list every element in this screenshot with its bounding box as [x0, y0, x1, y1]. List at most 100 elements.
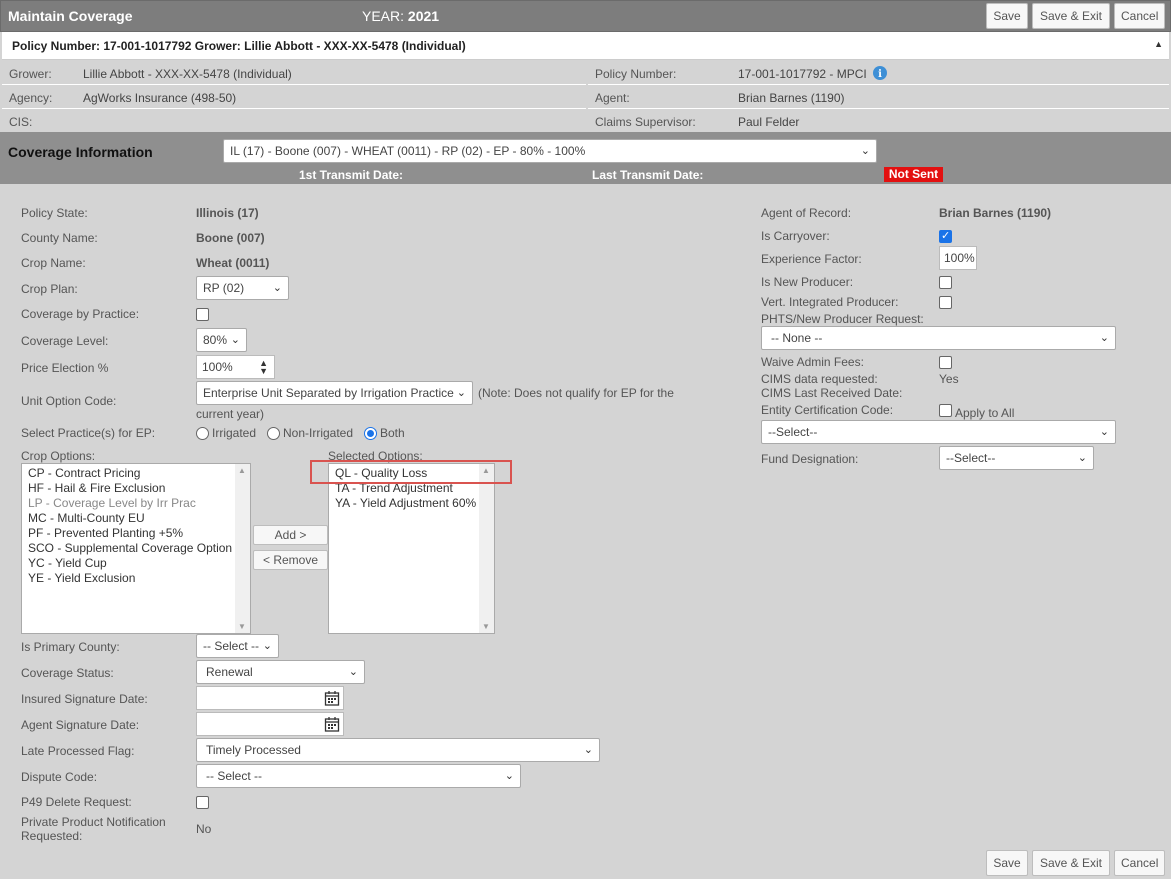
radio-non-irrigated[interactable] — [267, 427, 280, 440]
chevron-down-icon: ⌄ — [1099, 332, 1109, 344]
last-transmit-label: Last Transmit Date: — [592, 168, 704, 182]
late-flag-value: Timely Processed — [206, 743, 301, 757]
chevron-down-icon: ⌄ — [583, 744, 593, 756]
unit-option-select[interactable]: Enterprise Unit Separated by Irrigation … — [196, 381, 473, 405]
carryover-checkbox[interactable] — [939, 229, 952, 243]
crop-plan-label: Crop Plan: — [21, 282, 78, 296]
apply-all-label: Apply to All — [955, 406, 1015, 420]
agent-signature-input[interactable] — [196, 712, 344, 736]
calendar-icon[interactable] — [324, 690, 340, 706]
save-exit-button[interactable]: Save & Exit — [1032, 3, 1110, 29]
phts-label: PHTS/New Producer Request: — [761, 312, 924, 326]
radio-irrigated[interactable] — [196, 427, 209, 440]
coverage-status-label: Coverage Status: — [21, 666, 114, 680]
page-title: Maintain Coverage — [8, 8, 133, 24]
phts-select[interactable]: -- None -- ⌄ — [761, 326, 1116, 350]
crop-options-list[interactable]: CP - Contract Pricing HF - Hail & Fire E… — [21, 463, 251, 634]
experience-label: Experience Factor: — [761, 252, 862, 266]
radio-both[interactable] — [364, 427, 377, 440]
agent-label: Agent: — [595, 91, 630, 105]
coverage-practice-checkbox[interactable] — [196, 308, 209, 321]
phts-value: -- None -- — [771, 331, 823, 345]
crop-option-item[interactable]: HF - Hail & Fire Exclusion — [22, 481, 250, 496]
practice-label: Select Practice(s) for EP: — [21, 426, 156, 440]
policy-number-value: 17-001-1017792 - MPCI — [738, 67, 867, 81]
experience-input[interactable]: 100% — [939, 246, 977, 270]
cancel-button[interactable]: Cancel — [1114, 3, 1165, 29]
selected-options-scrollbar[interactable]: ▲ ▼ — [479, 464, 494, 633]
cancel-button-bottom[interactable]: Cancel — [1114, 850, 1165, 876]
carryover-label: Is Carryover: — [761, 229, 830, 243]
late-flag-label: Late Processed Flag: — [21, 744, 135, 758]
selected-option-item[interactable]: YA - Yield Adjustment 60% — [329, 496, 494, 511]
crop-plan-select[interactable]: RP (02) ⌄ — [196, 276, 289, 300]
county-value: Boone (007) — [196, 231, 265, 245]
crop-option-item[interactable]: PF - Prevented Planting +5% — [22, 526, 250, 541]
vert-integrated-checkbox[interactable] — [939, 296, 952, 309]
collapse-icon[interactable]: ▲ — [1154, 39, 1163, 49]
dispute-code-value: -- Select -- — [206, 769, 263, 783]
add-button[interactable]: Add > — [253, 525, 328, 545]
agent-record-label: Agent of Record: — [761, 206, 852, 220]
chevron-down-icon: ⌄ — [272, 282, 282, 294]
policy-header[interactable]: Policy Number: 17-001-1017792 Grower: Li… — [2, 32, 1169, 60]
claims-row: Claims Supervisor: Paul Felder — [588, 109, 1169, 133]
grower-label: Grower: — [9, 67, 52, 81]
coverage-selector[interactable]: IL (17) - Boone (007) - WHEAT (0011) - R… — [223, 139, 877, 163]
dispute-code-select[interactable]: -- Select -- ⌄ — [196, 764, 521, 788]
info-icon[interactable]: i — [873, 66, 887, 80]
new-producer-checkbox[interactable] — [939, 276, 952, 289]
save-button[interactable]: Save — [986, 3, 1028, 29]
crop-option-item[interactable]: LP - Coverage Level by Irr Prac — [22, 496, 250, 511]
agency-label: Agency: — [9, 91, 53, 105]
grower-row: Grower: Lillie Abbott - XXX-XX-5478 (Ind… — [2, 61, 586, 85]
price-election-input[interactable]: 100% ▲ ▼ — [196, 355, 275, 379]
crop-value: Wheat (0011) — [196, 256, 270, 270]
unit-option-value: Enterprise Unit Separated by Irrigation … — [203, 386, 454, 400]
radio-both-label: Both — [380, 426, 405, 440]
cims-label: CIMS data requested: — [761, 372, 878, 386]
coverage-level-select[interactable]: 80% ⌄ — [196, 328, 247, 352]
coverage-status-select[interactable]: Renewal ⌄ — [196, 660, 365, 684]
insured-signature-input[interactable] — [196, 686, 344, 710]
apply-all-checkbox[interactable] — [939, 404, 952, 417]
chevron-down-icon: ⌄ — [456, 387, 466, 399]
crop-option-item[interactable]: YC - Yield Cup — [22, 556, 250, 571]
late-flag-select[interactable]: Timely Processed ⌄ — [196, 738, 600, 762]
waive-fees-checkbox[interactable] — [939, 356, 952, 369]
crop-option-item[interactable]: CP - Contract Pricing — [22, 466, 250, 481]
fund-designation-value: --Select-- — [946, 451, 996, 465]
selected-options-list[interactable]: QL - Quality Loss TA - Trend Adjustment … — [328, 463, 495, 634]
save-button-bottom[interactable]: Save — [986, 850, 1028, 876]
p49-checkbox[interactable] — [196, 796, 209, 809]
crop-option-item[interactable]: YE - Yield Exclusion — [22, 571, 250, 586]
waive-fees-label: Waive Admin Fees: — [761, 355, 864, 369]
crop-options-scrollbar[interactable]: ▲ ▼ — [235, 464, 250, 633]
entity-cert-select[interactable]: --Select-- ⌄ — [761, 420, 1116, 444]
scroll-down-icon[interactable]: ▼ — [482, 622, 490, 631]
crop-option-item[interactable]: SCO - Supplemental Coverage Option — [22, 541, 250, 556]
svg-text:i: i — [878, 69, 882, 80]
chevron-down-icon: ⌄ — [860, 145, 870, 157]
primary-county-select[interactable]: -- Select -- ⌄ — [196, 634, 279, 658]
save-exit-button-bottom[interactable]: Save & Exit — [1032, 850, 1110, 876]
dispute-code-label: Dispute Code: — [21, 770, 98, 784]
grower-value: Lillie Abbott - XXX-XX-5478 (Individual) — [83, 67, 292, 81]
crop-plan-value: RP (02) — [203, 281, 245, 295]
radio-non-irrigated-label: Non-Irrigated — [283, 426, 354, 440]
scroll-up-icon[interactable]: ▲ — [238, 466, 246, 475]
insured-signature-label: Insured Signature Date: — [21, 692, 148, 706]
fund-designation-select[interactable]: --Select-- ⌄ — [939, 446, 1094, 470]
private-notification-value: No — [196, 822, 212, 836]
scroll-down-icon[interactable]: ▼ — [238, 622, 246, 631]
crop-option-item[interactable]: MC - Multi-County EU — [22, 511, 250, 526]
claims-label: Claims Supervisor: — [595, 115, 696, 129]
coverage-level-value: 80% — [203, 333, 228, 347]
radio-irrigated-label: Irrigated — [212, 426, 257, 440]
fund-designation-label: Fund Designation: — [761, 452, 859, 466]
remove-button[interactable]: < Remove — [253, 550, 328, 570]
unit-note-line2: current year) — [196, 407, 265, 421]
stepper-icon[interactable]: ▲ ▼ — [259, 359, 268, 376]
calendar-icon[interactable] — [324, 716, 340, 732]
price-election-value: 100% — [202, 360, 233, 374]
